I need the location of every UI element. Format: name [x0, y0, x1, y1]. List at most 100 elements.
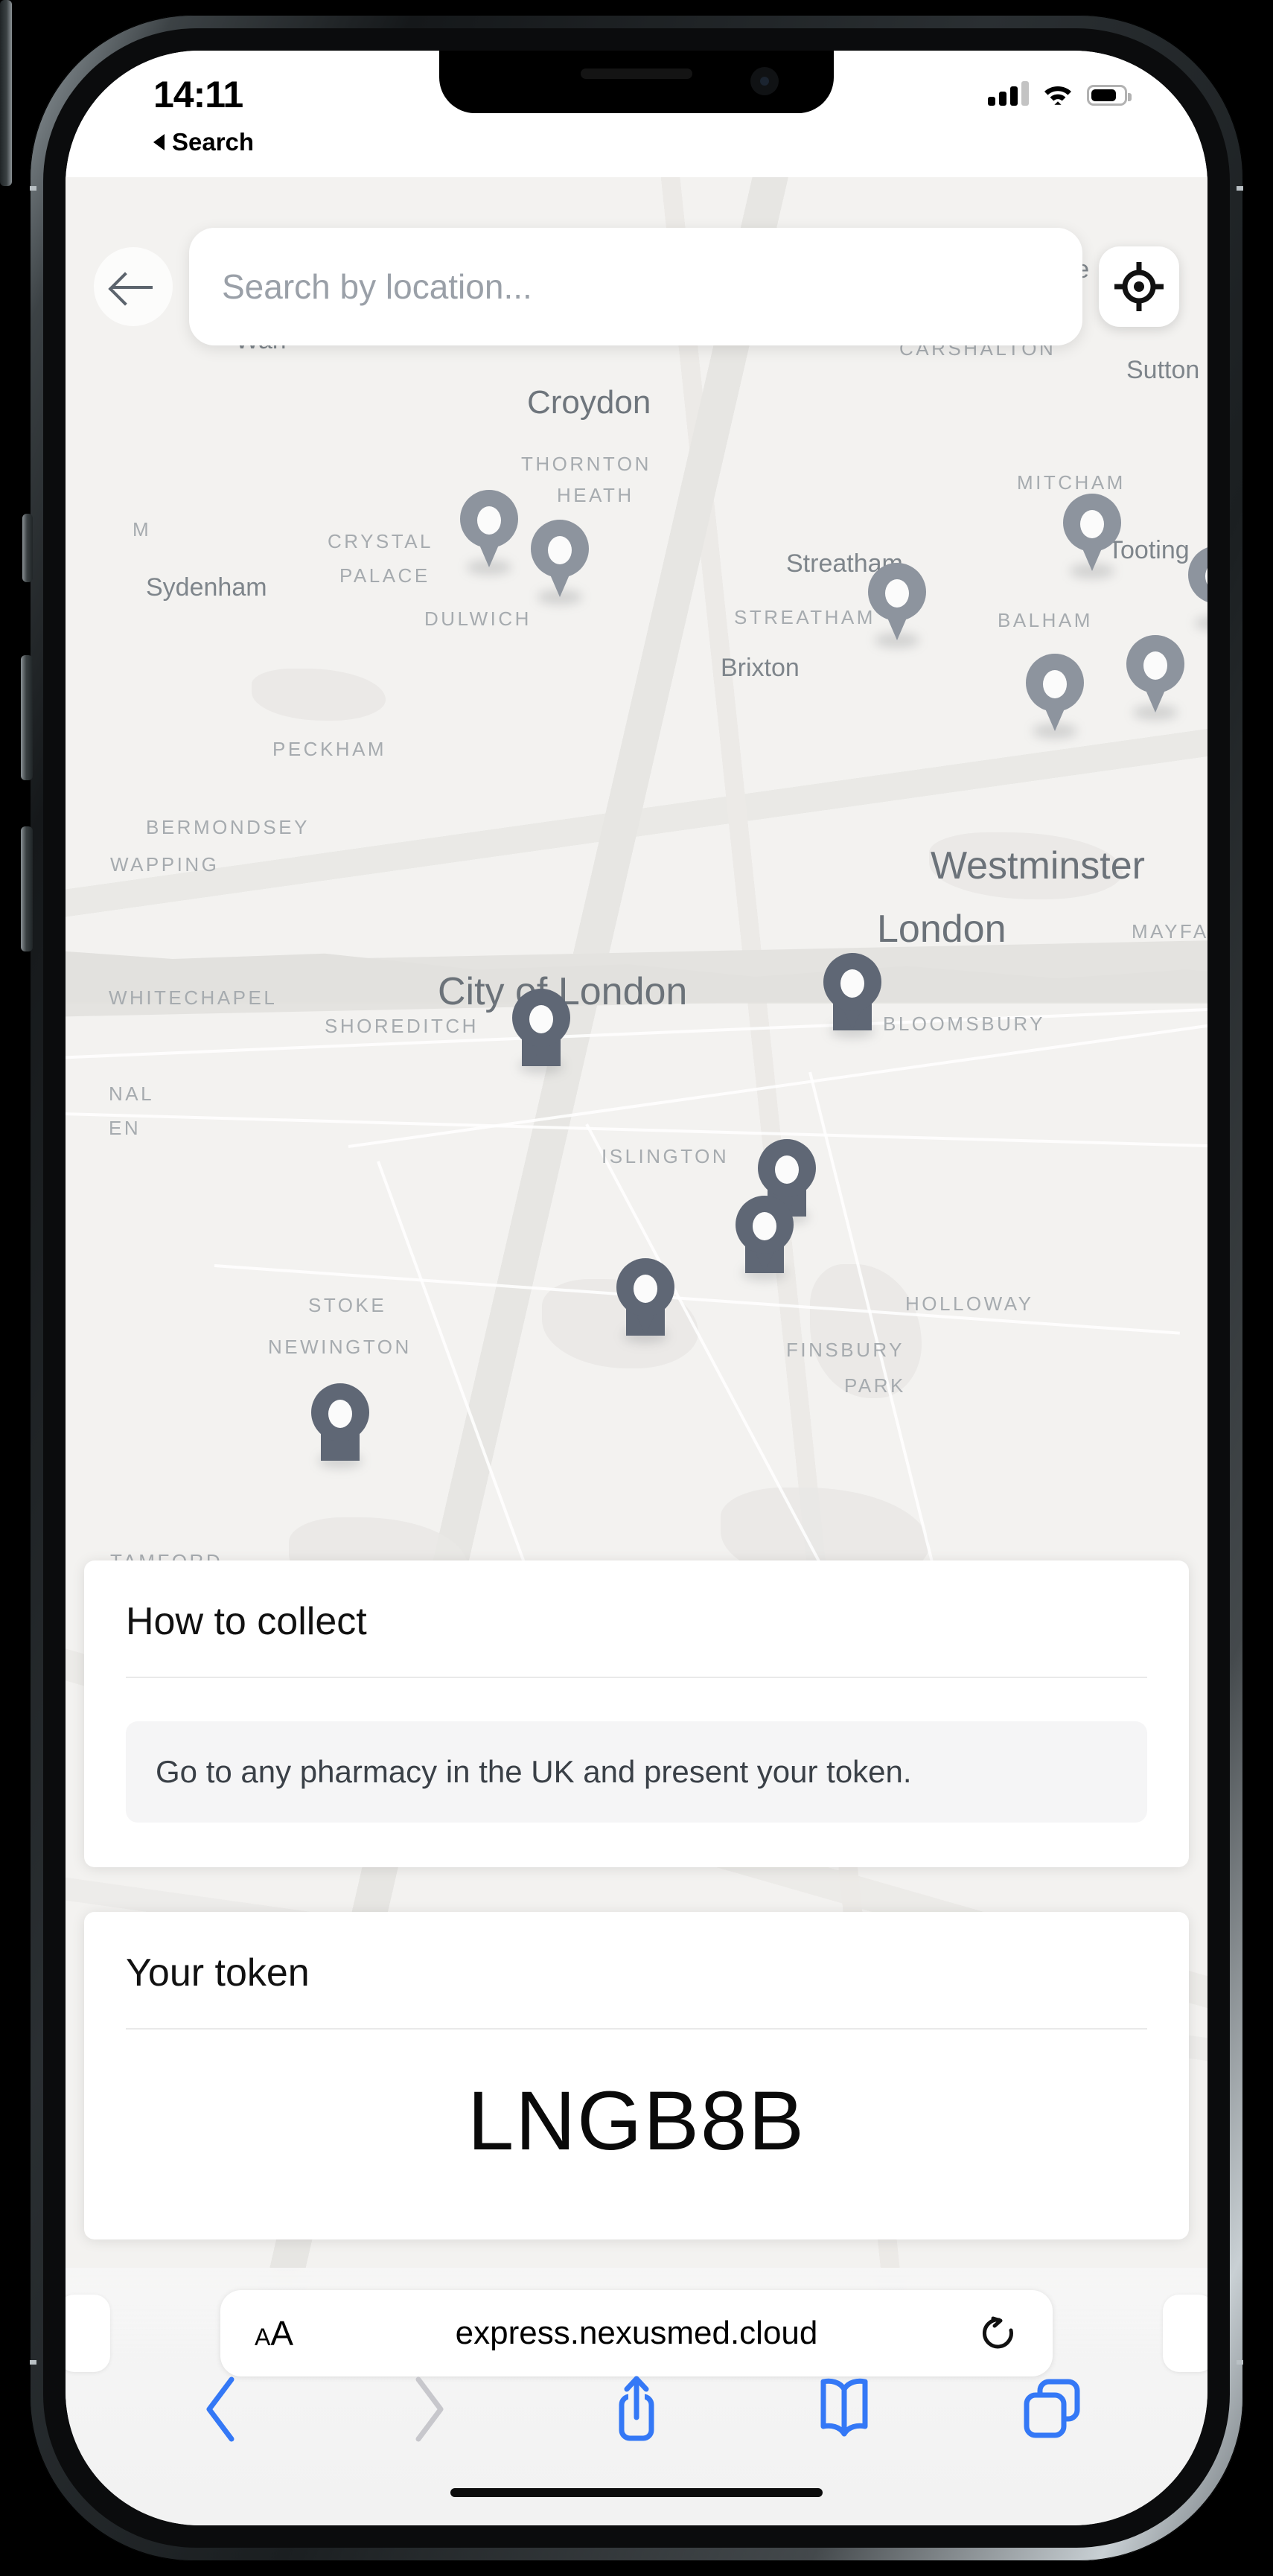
map-place-label: HOLLOWAY	[905, 1292, 1034, 1315]
safari-share-button[interactable]	[596, 2368, 677, 2450]
device-notch	[439, 51, 834, 113]
map-place-label: MAYFAIR	[1132, 920, 1207, 943]
how-to-collect-body: Go to any pharmacy in the UK and present…	[126, 1721, 1147, 1823]
map-place-label: NEWINGTON	[268, 1336, 412, 1358]
map-place-label: PALACE	[339, 564, 430, 587]
home-indicator[interactable]	[450, 2488, 823, 2497]
map-place-label: Sydenham	[146, 573, 267, 602]
pharmacy-pin[interactable]	[823, 953, 881, 1038]
wifi-icon	[1042, 82, 1073, 106]
crosshair-locate-icon	[1114, 262, 1164, 311]
card-title: How to collect	[126, 1600, 367, 1643]
earpiece-speaker	[581, 68, 692, 79]
mute-switch[interactable]	[22, 514, 33, 582]
text-size-button[interactable]: AA	[255, 2313, 293, 2353]
pharmacy-pin[interactable]	[868, 563, 926, 648]
pharmacy-pin[interactable]	[1063, 494, 1121, 578]
antenna-line	[1237, 2360, 1243, 2365]
map-place-label: STREATHAM	[734, 606, 875, 628]
pharmacy-pin[interactable]	[531, 520, 589, 605]
card-title: Your token	[126, 1951, 310, 1995]
your-token-card: Your token LNGB8B	[84, 1912, 1189, 2239]
status-time: 14:11	[153, 74, 243, 115]
map-back-button[interactable]	[94, 247, 173, 326]
pharmacy-pin[interactable]	[460, 490, 518, 575]
safari-forward-button[interactable]	[388, 2368, 470, 2450]
safari-back-button[interactable]	[180, 2368, 262, 2450]
map-place-label: M	[133, 518, 152, 541]
token-value: LNGB8B	[468, 2074, 805, 2167]
chevron-right-icon	[415, 2376, 444, 2442]
locate-me-button[interactable]	[1099, 246, 1179, 327]
url-text: express.nexusmed.cloud	[455, 2315, 818, 2351]
tabs-icon	[1024, 2379, 1080, 2438]
antenna-line	[1237, 186, 1243, 191]
map-place-label: Sutton	[1126, 356, 1200, 384]
divider	[126, 2028, 1147, 2030]
safari-bookmarks-button[interactable]	[803, 2368, 885, 2450]
address-bar[interactable]: AA express.nexusmed.cloud	[220, 2290, 1053, 2376]
map-place-label: HEATH	[557, 484, 634, 506]
antenna-line	[30, 2360, 36, 2365]
safari-nav-bar	[66, 2365, 1207, 2454]
search-input[interactable]: Search by location...	[189, 228, 1082, 345]
book-icon	[820, 2378, 868, 2437]
front-camera	[750, 67, 779, 95]
pharmacy-pin[interactable]	[1126, 635, 1184, 720]
next-tab-peek[interactable]	[1163, 2295, 1207, 2372]
back-triangle-icon	[153, 134, 165, 150]
pharmacy-pin[interactable]	[616, 1258, 674, 1343]
map-place-label: FINSBURY	[786, 1339, 904, 1361]
previous-tab-peek[interactable]	[66, 2295, 110, 2372]
text-size-small-a: A	[255, 2324, 271, 2350]
map-place-label: Westminster	[931, 844, 1145, 887]
phone-screen: PURLEYCARSHALTONSuttonCroydonTHORNTONHEA…	[66, 51, 1207, 2525]
map-place-label: BLOOMSBURY	[883, 1013, 1046, 1035]
map-place-label: Brixton	[721, 654, 800, 682]
pharmacy-pin[interactable]	[311, 1383, 369, 1468]
status-indicators	[988, 80, 1132, 106]
text-size-large-a: A	[270, 2314, 294, 2353]
map-place-label: BERMONDSEY	[146, 816, 310, 838]
map-place-label: NAL	[109, 1083, 155, 1105]
reload-button[interactable]	[980, 2314, 1018, 2353]
reload-icon	[982, 2316, 1013, 2349]
map-place-label: WAPPING	[110, 853, 220, 876]
map-place-label: London	[877, 908, 1006, 951]
map-place-label: STOKE	[308, 1294, 387, 1316]
back-to-search-link[interactable]: Search	[153, 128, 254, 156]
volume-up-button[interactable]	[21, 655, 33, 780]
pharmacy-pin[interactable]	[1026, 654, 1084, 739]
map-place-label: PECKHAM	[272, 738, 387, 760]
volume-down-button[interactable]	[21, 826, 33, 951]
map-place-label: WHITECHAPEL	[109, 986, 278, 1009]
cellular-bars-icon	[988, 80, 1029, 106]
map-place-label: PARK	[844, 1374, 906, 1397]
map-place-label: CRYSTAL	[328, 530, 434, 552]
map-search-toolbar: Search by location...	[66, 223, 1207, 350]
arrow-left-icon	[112, 270, 154, 303]
pharmacy-pin[interactable]	[736, 1196, 794, 1281]
map-place-label: EN	[109, 1117, 141, 1139]
chevron-left-icon	[206, 2376, 234, 2442]
battery-icon	[1087, 85, 1132, 106]
antenna-line	[30, 186, 36, 191]
map-place-label: DULWICH	[424, 608, 532, 630]
map-place-label: ISLINGTON	[602, 1145, 730, 1167]
screenshot-stage: PURLEYCARSHALTONSuttonCroydonTHORNTONHEA…	[0, 0, 1273, 2576]
search-placeholder-text: Search by location...	[222, 267, 532, 306]
pharmacy-pin[interactable]	[512, 989, 570, 1074]
map-place-label: MITCHAM	[1017, 471, 1126, 494]
back-to-search-label: Search	[172, 128, 255, 156]
divider	[126, 1677, 1147, 1678]
map-place-label: BALHAM	[998, 609, 1093, 631]
map-place-label: Croydon	[527, 384, 651, 421]
power-button[interactable]	[0, 0, 12, 186]
pharmacy-pin[interactable]	[1188, 546, 1207, 631]
safari-bottom-chrome: AA express.nexusmed.cloud	[66, 2268, 1207, 2525]
share-icon	[619, 2376, 654, 2441]
how-to-collect-card: How to collect Go to any pharmacy in the…	[84, 1560, 1189, 1867]
map-place-label: THORNTON	[521, 453, 651, 475]
safari-tabs-button[interactable]	[1011, 2368, 1093, 2450]
map-place-label: SHOREDITCH	[325, 1015, 479, 1037]
